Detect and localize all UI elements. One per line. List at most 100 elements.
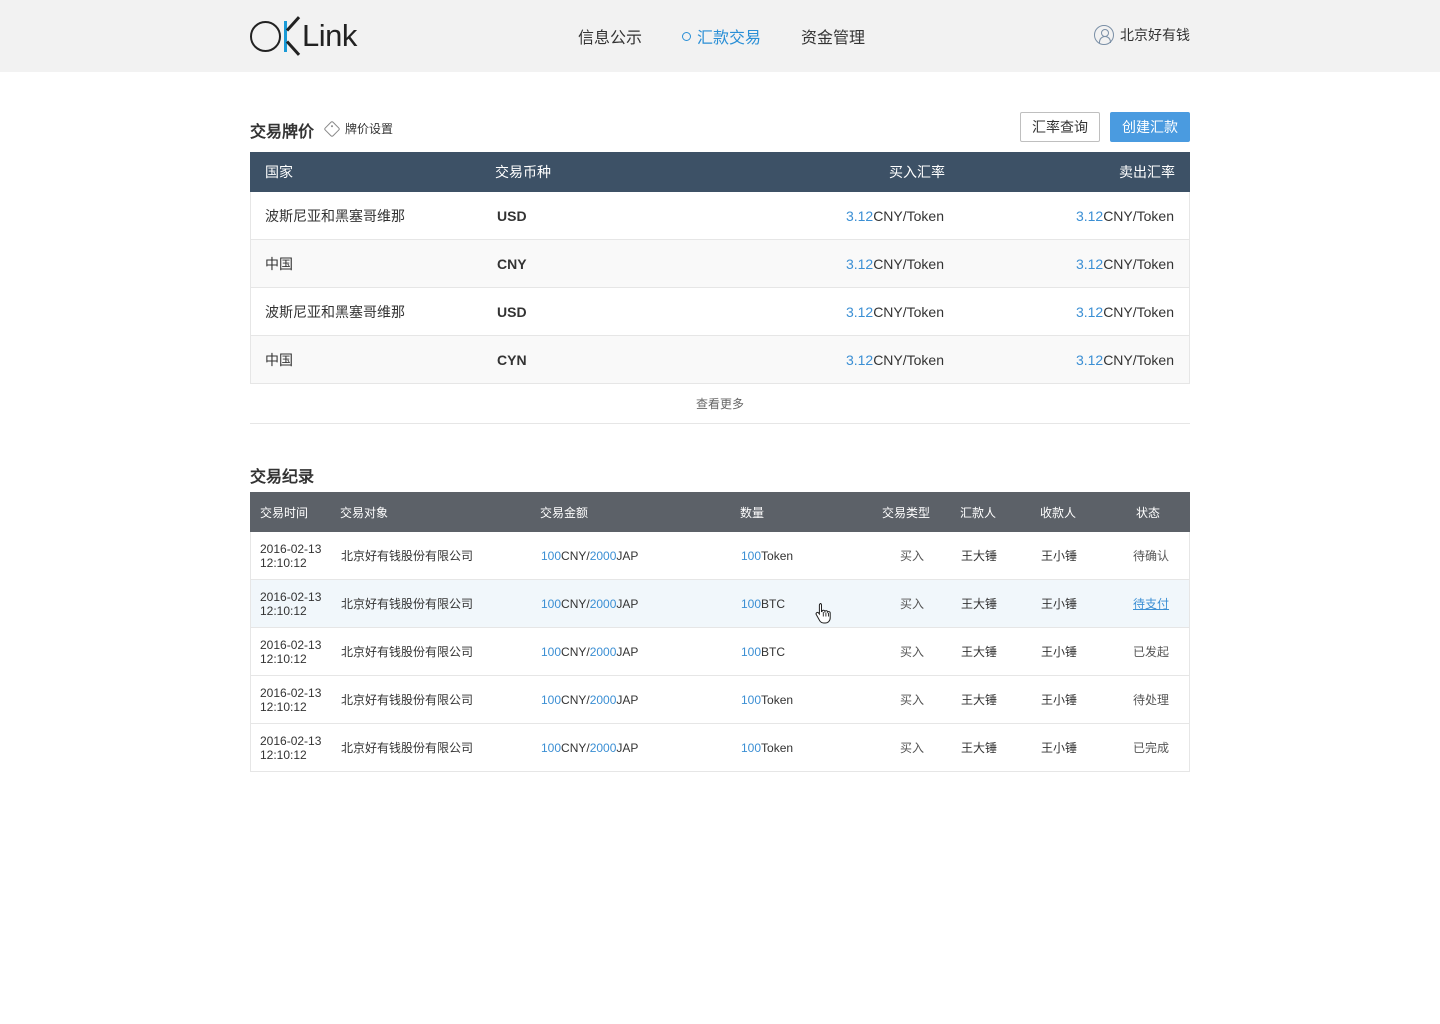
quantity-cell: 100 BTC [741,580,785,627]
nav-item-funds[interactable]: 资金管理 [801,24,865,48]
quantity-cell: 100 Token [741,676,793,723]
date-text: 2016-02-13 [260,733,322,748]
col-header-time: 交易时间 [260,505,309,520]
buy-rate-unit: CNY/Token [873,255,944,272]
view-more-link[interactable]: 查看更多 [250,384,1190,424]
col-header-party: 交易对象 [340,505,389,520]
party-cell: 北京好有钱股份有限公司 [341,645,474,659]
party-cell: 北京好有钱股份有限公司 [341,549,474,563]
status-text: 待处理 [1133,693,1170,707]
amount-unit-2: JAP [616,740,639,755]
logo-text: Link [302,18,357,53]
status-text: 已发起 [1133,645,1170,659]
records-table-row[interactable]: 2016-02-13 12:10:12 北京好有钱股份有限公司 100 CNY/20… [250,580,1190,628]
sell-rate-cell: 3.12 CNY/Token [1076,240,1174,287]
amount-cell: 100 CNY/2000 JAP [541,628,638,675]
status-text: 已完成 [1133,741,1170,755]
time-cell: 2016-02-13 12:10:12 [260,532,321,579]
buy-rate-value: 3.12 [845,255,874,272]
user-menu[interactable]: 北京好有钱 [1094,25,1190,45]
buy-rate-cell: 3.12 CNY/Token [846,336,944,383]
sender-cell: 王大锤 [961,741,998,755]
nav-item-remittance[interactable]: 汇款交易 [682,24,761,48]
rates-table-row: 中国 CNY 3.12 CNY/Token 3.12 CNY/Token [250,240,1190,288]
amount-value-1: 100 [541,740,562,755]
status-cell: 已发起 [1133,628,1169,675]
col-header-currency: 交易币种 [495,164,551,180]
country-cell: 波斯尼亚和黑塞哥维那 [265,303,405,320]
records-table: 交易时间 交易对象 交易金额 数量 交易类型 汇款人 收款人 状态 2016-0… [250,492,1190,772]
time-text: 12:10:12 [260,603,307,618]
records-table-row[interactable]: 2016-02-13 12:10:12 北京好有钱股份有限公司 100 CNY/20… [250,532,1190,580]
date-text: 2016-02-13 [260,685,322,700]
quantity-cell: 100 Token [741,532,793,579]
records-table-row[interactable]: 2016-02-13 12:10:12 北京好有钱股份有限公司 100 CNY/20… [250,676,1190,724]
time-cell: 2016-02-13 12:10:12 [260,580,321,627]
currency-cell: CYN [497,351,527,368]
buy-rate-value: 3.12 [845,207,874,224]
quantity-unit: Token [761,692,794,707]
receiver-cell: 王小锤 [1041,645,1078,659]
receiver-cell: 王小锤 [1041,549,1078,563]
status-cell: 待处理 [1133,676,1169,723]
rate-settings-label: 牌价设置 [345,122,394,136]
time-text: 12:10:12 [260,699,307,714]
amount-value-2: 2000 [589,548,617,563]
amount-value-1: 100 [541,644,562,659]
col-header-status: 状态 [1136,505,1161,520]
amount-unit-1: CNY/ [561,740,590,755]
status-cell[interactable]: 待支付 [1133,580,1169,627]
rate-query-button[interactable]: 汇率查询 [1020,112,1100,142]
col-header-sender: 汇款人 [960,505,997,520]
nav-item-info[interactable]: 信息公示 [578,24,642,48]
tag-icon [323,120,341,137]
main-nav: 信息公示 汇款交易 资金管理 [578,24,905,48]
amount-value-2: 2000 [589,740,617,755]
time-text: 12:10:12 [260,651,307,666]
sell-rate-unit: CNY/Token [1103,351,1174,368]
buy-rate-cell: 3.12 CNY/Token [846,192,944,239]
oklink-logo[interactable]: Link [250,15,357,56]
quantity-value: 100 [741,548,762,563]
rates-table-row: 波斯尼亚和黑塞哥维那 USD 3.12 CNY/Token 3.12 CNY/Tok… [250,192,1190,240]
country-cell: 波斯尼亚和黑塞哥维那 [265,207,405,224]
amount-cell: 100 CNY/2000 JAP [541,580,638,627]
sell-rate-value: 3.12 [1075,303,1104,320]
party-cell: 北京好有钱股份有限公司 [341,741,474,755]
amount-cell: 100 CNY/2000 JAP [541,676,638,723]
user-name: 北京好有钱 [1120,27,1190,43]
sender-cell: 王大锤 [961,597,998,611]
rates-table: 国家 交易币种 买入汇率 卖出汇率 波斯尼亚和黑塞哥维那 USD 3.12 CNY… [250,152,1190,424]
country-cell: 中国 [265,351,293,368]
rates-title: 交易牌价 [250,124,315,141]
sender-cell: 王大锤 [961,645,998,659]
amount-unit-1: CNY/ [561,548,590,563]
party-cell: 北京好有钱股份有限公司 [341,693,474,707]
sender-cell: 王大锤 [961,693,998,707]
sell-rate-unit: CNY/Token [1103,255,1174,272]
sell-rate-value: 3.12 [1075,255,1104,272]
country-cell: 中国 [265,255,293,272]
pay-status-link[interactable]: 待支付 [1133,595,1169,612]
amount-unit-2: JAP [616,548,639,563]
records-table-row[interactable]: 2016-02-13 12:10:12 北京好有钱股份有限公司 100 CNY/20… [250,628,1190,676]
buy-rate-value: 3.12 [845,351,874,368]
time-cell: 2016-02-13 12:10:12 [260,628,321,675]
sender-cell: 王大锤 [961,549,998,563]
create-remittance-button[interactable]: 创建汇款 [1110,112,1190,142]
sell-rate-unit: CNY/Token [1103,207,1174,224]
rate-settings-link[interactable]: 牌价设置 [323,120,394,137]
buy-rate-value: 3.12 [845,303,874,320]
currency-cell: USD [497,303,527,320]
logo-k-mark [282,15,302,56]
amount-cell: 100 CNY/2000 JAP [541,724,638,771]
records-table-row[interactable]: 2016-02-13 12:10:12 北京好有钱股份有限公司 100 CNY/20… [250,724,1190,772]
nav-item-label: 汇款交易 [697,30,762,47]
receiver-cell: 王小锤 [1041,693,1078,707]
buy-rate-cell: 3.12 CNY/Token [846,288,944,335]
quantity-unit: Token [761,548,794,563]
type-cell: 买入 [900,741,925,755]
currency-cell: USD [497,207,527,224]
amount-unit-1: CNY/ [561,596,590,611]
quantity-value: 100 [741,740,762,755]
